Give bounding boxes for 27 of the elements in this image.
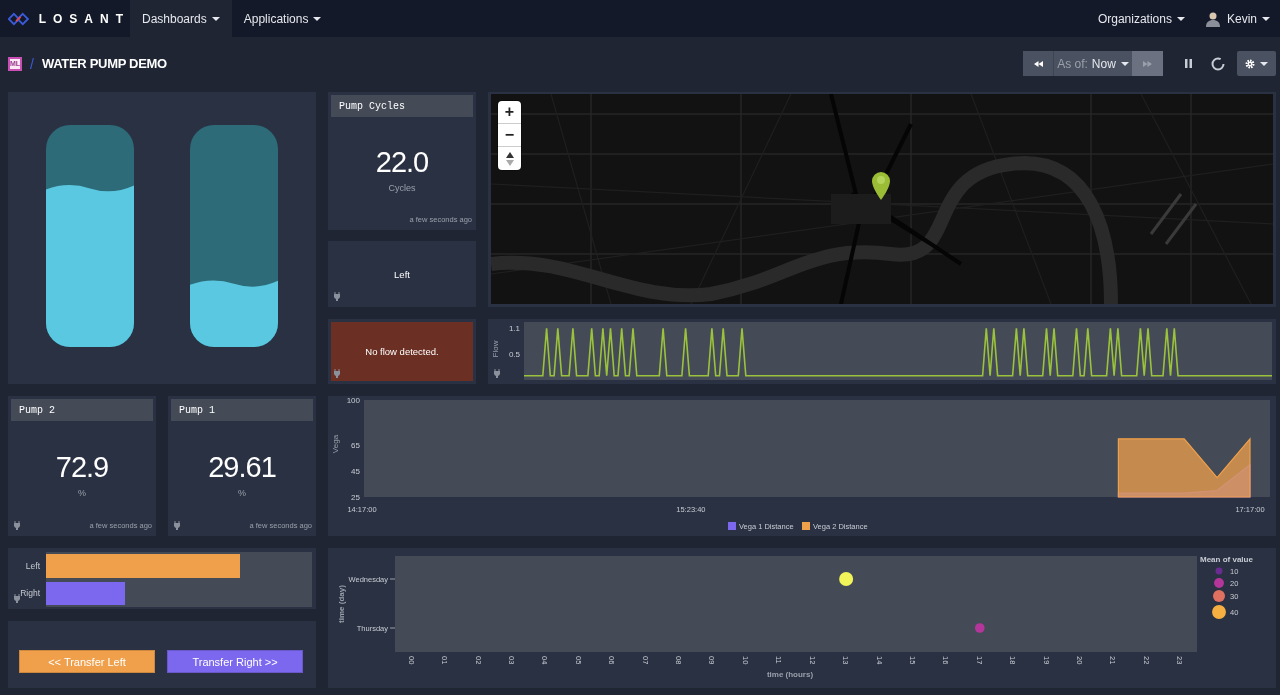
stat-unit: Cycles [388,182,416,193]
bar-label: Right [20,587,41,601]
bar-label: Left [24,559,41,573]
axis-title: Flow [491,340,500,358]
axis-tick-label: 100 [346,396,360,405]
stat-value: 72.9 [55,450,109,484]
status-text: Left [394,268,410,280]
axis-tick-label: 1.1 [508,324,520,334]
widget-title: Pump 1 [171,399,313,421]
dashboard-title: WATER PUMP DEMO [41,56,167,71]
axis-title: time (hours) [766,670,814,679]
axis-tick-label: 45 [351,467,360,477]
axis-tick-label: 0.5 [508,350,520,360]
widget-title: Pump Cycles [331,95,473,117]
alert-text: No flow detected. [365,346,439,357]
stat-unit: % [78,487,86,498]
axis-title: Vega [331,434,340,454]
stat-unit: % [238,487,246,498]
widget-title: Pump 2 [11,399,153,421]
stat-value: 29.61 [208,450,276,484]
axis-tick-label: 25 [351,493,360,502]
stat-value: 22.0 [375,145,429,179]
axis-tick-label: 65 [351,441,360,451]
breadcrumb-separator: / [30,55,34,72]
axis-title: time (day) [337,585,346,623]
legend-title: Mean of value [1200,555,1253,564]
logo-text: LOSANT [38,11,130,26]
